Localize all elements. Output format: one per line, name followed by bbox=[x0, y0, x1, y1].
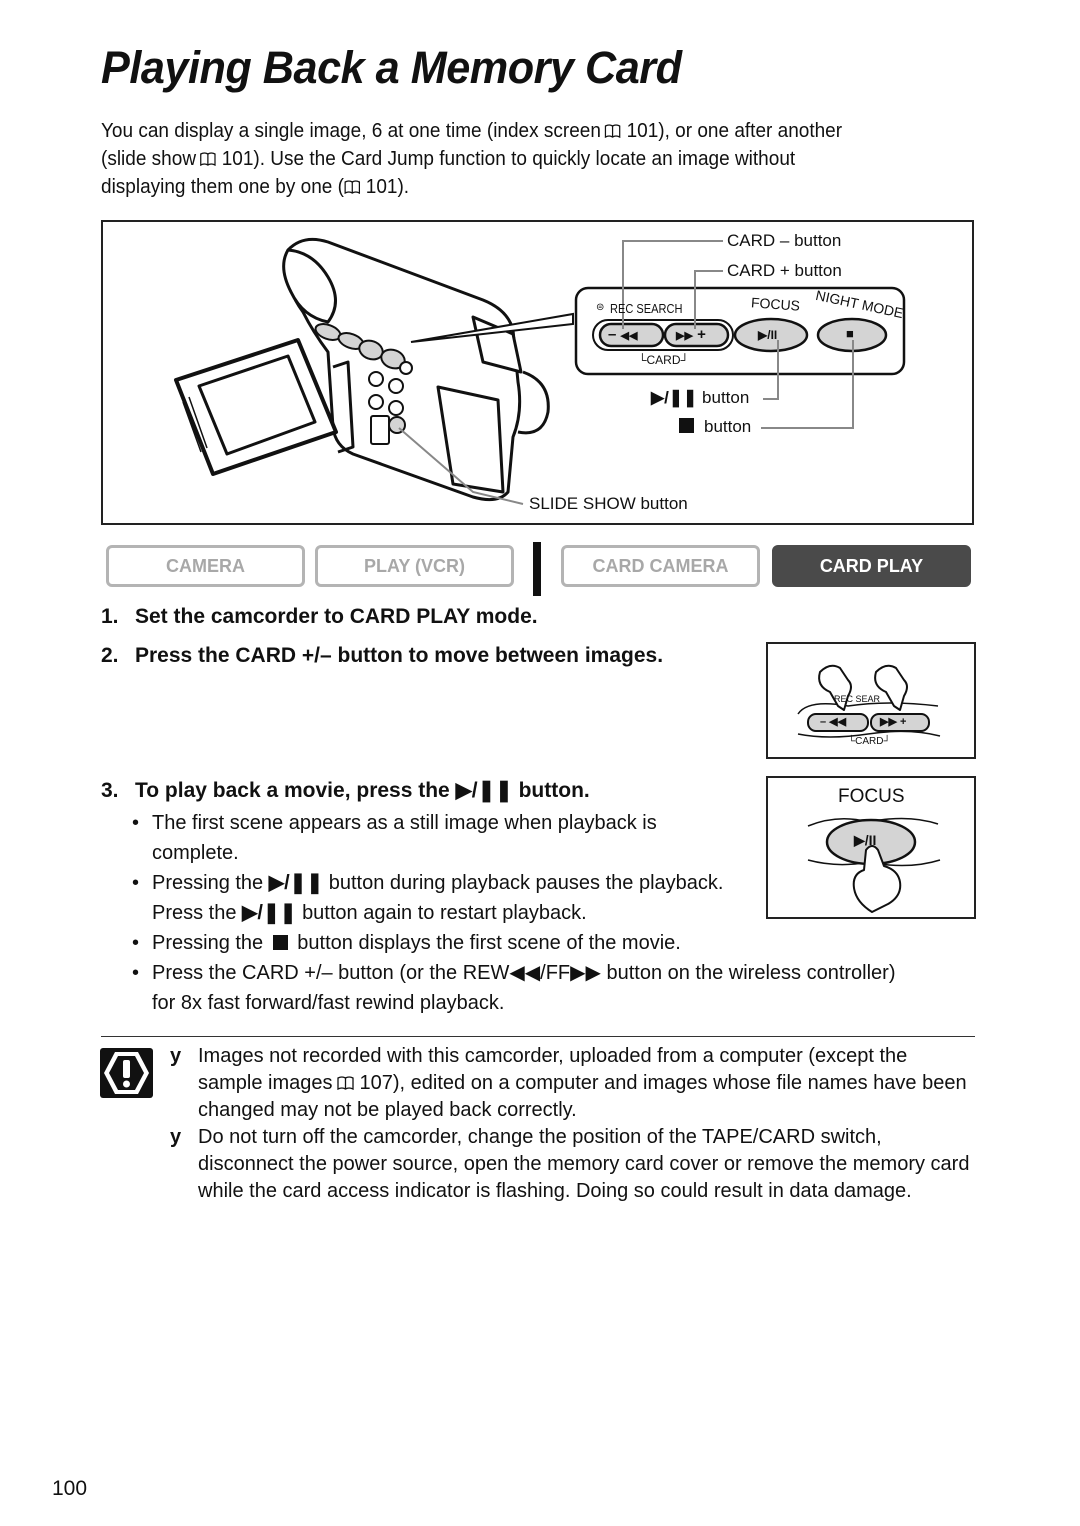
step-3-notes: The first scene appears as a still image… bbox=[132, 808, 932, 1018]
tape-icon: ⊜ bbox=[596, 302, 605, 313]
play-pause-icon: ▶/❚❚ bbox=[455, 779, 513, 802]
card-plus-glyph: ▶▶ + bbox=[676, 326, 706, 343]
book-reference-icon bbox=[605, 124, 621, 138]
caution-icon bbox=[100, 1048, 153, 1098]
bullet-item: Press the CARD +/– button (or the REW◀◀/… bbox=[132, 958, 922, 1018]
stop-icon bbox=[272, 935, 288, 950]
card-bracket-label: └CARD┘ bbox=[848, 736, 891, 747]
rec-search-label: REC SEARCH bbox=[610, 301, 683, 316]
focus-label: FOCUS bbox=[750, 294, 801, 314]
card-bracket-label: └CARD┘ bbox=[638, 353, 690, 367]
card-plus-glyph: ▶▶ + bbox=[880, 716, 907, 728]
page-title: Playing Back a Memory Card bbox=[101, 42, 682, 93]
mode-camera: CAMERA bbox=[106, 545, 305, 587]
mode-separator bbox=[533, 542, 541, 596]
step-3: 3. To play back a movie, press the ▶/❚❚ b… bbox=[101, 779, 590, 802]
slide-show-callout: SLIDE SHOW button bbox=[529, 494, 688, 513]
page-number: 100 bbox=[52, 1477, 88, 1500]
play-pause-icon: ▶/❚❚ bbox=[651, 388, 698, 407]
play-pause-icon: ▶/❚❚ bbox=[268, 872, 324, 894]
card-minus-glyph: – ◀◀ bbox=[820, 716, 847, 728]
ff-icon: ▶▶ bbox=[570, 962, 601, 984]
play-pause-icon: ▶/❚❚ bbox=[242, 902, 297, 924]
mode-card-play: CARD PLAY bbox=[772, 545, 971, 587]
play-pause-glyph: ▶/II bbox=[758, 328, 778, 342]
book-reference-icon bbox=[200, 152, 216, 166]
stop-glyph: ■ bbox=[846, 326, 854, 341]
rec-search-label: REC SEAR bbox=[834, 694, 881, 704]
section-divider bbox=[101, 1036, 975, 1037]
card-buttons-panel: REC SEAR – ◀◀ ▶▶ + └CARD┘ bbox=[766, 642, 976, 759]
focus-label: FOCUS bbox=[838, 786, 905, 807]
intro-paragraph: You can display a single image, 6 at one… bbox=[101, 120, 843, 198]
camcorder-figure: ⊜ REC SEARCH FOCUS NIGHT MODE – ◀◀ ▶▶ + … bbox=[101, 220, 974, 525]
stop-icon bbox=[679, 418, 694, 433]
step-2: 2. Press the CARD +/– button to move betw… bbox=[101, 644, 664, 667]
bullet-item: Pressing the button displays the first s… bbox=[132, 928, 932, 958]
mode-play-vcr: PLAY (VCR) bbox=[315, 545, 514, 587]
play-pause-callout: ▶/❚❚ button bbox=[651, 388, 750, 407]
book-reference-icon bbox=[344, 180, 360, 194]
rew-icon: ◀◀ bbox=[509, 962, 541, 984]
card-minus-callout: CARD – button bbox=[727, 231, 842, 250]
card-plus-callout: CARD + button bbox=[727, 261, 842, 280]
bullet-item: Pressing the ▶/❚❚ button during playback… bbox=[132, 868, 752, 928]
caution-item: y Do not turn off the camcorder, change t… bbox=[170, 1126, 970, 1202]
mode-card-camera: CARD CAMERA bbox=[561, 545, 760, 587]
bullet-item: The first scene appears as a still image… bbox=[132, 808, 722, 868]
step-1: 1. Set the camcorder to CARD PLAY mode. bbox=[101, 605, 538, 628]
stop-callout: button bbox=[675, 417, 751, 437]
card-minus-glyph: – ◀◀ bbox=[608, 326, 638, 343]
caution-item: y Images not recorded with this camcorder… bbox=[170, 1045, 967, 1121]
caution-notes: y Images not recorded with this camcorder… bbox=[170, 1043, 970, 1205]
book-reference-icon bbox=[336, 1076, 354, 1090]
